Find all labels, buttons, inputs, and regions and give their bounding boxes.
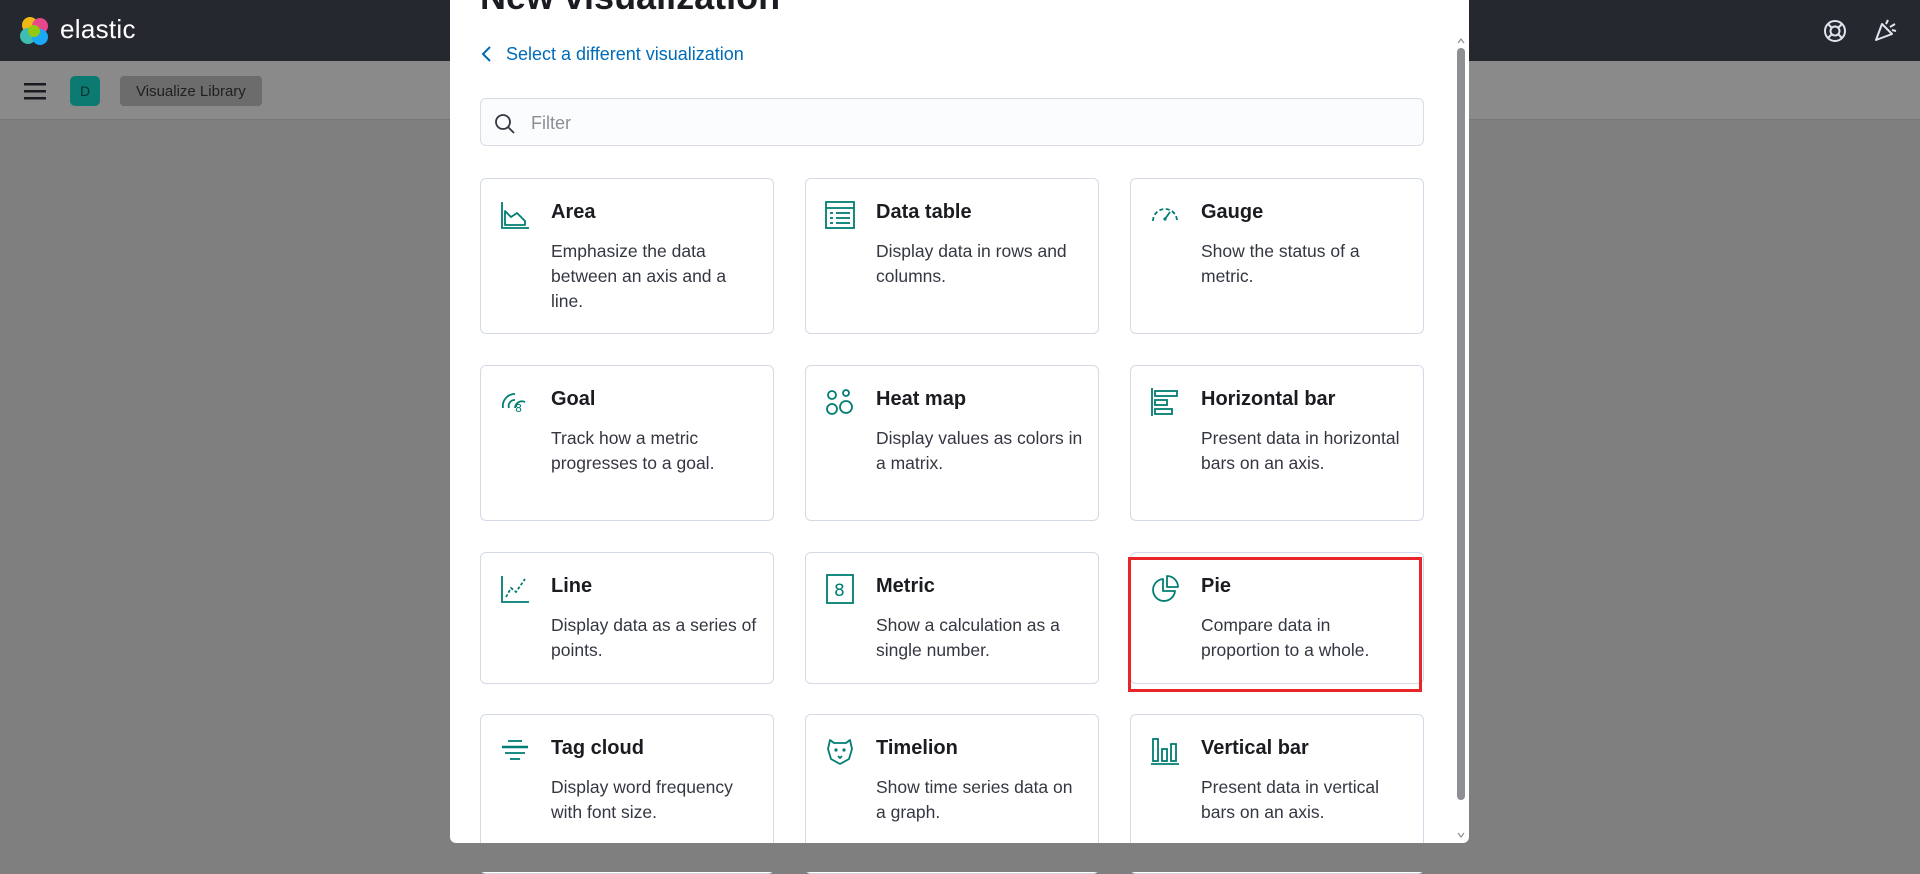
back-link-label: Select a different visualization (506, 43, 744, 64)
card-title: Vertical bar (1201, 737, 1309, 759)
brand-name: elastic (60, 14, 136, 44)
selection-highlight (1128, 557, 1422, 692)
table-icon (825, 201, 855, 229)
card-description: Display data in rows and columns. (876, 241, 1067, 286)
card-description: Display data as a series of points. (551, 615, 757, 660)
card-goal[interactable]: 8 Goal Track how a metric progresses to … (480, 365, 774, 521)
card-area[interactable]: Area Emphasize the data between an axis … (480, 178, 774, 334)
heatmap-icon (826, 389, 853, 415)
card-title: Heat map (876, 388, 967, 410)
card-description: Display values as colors in a matrix. (876, 428, 1083, 473)
goal-icon: 8 (501, 393, 526, 415)
card-description: Track how a metric progresses to a goal. (551, 428, 715, 473)
help-icon[interactable] (1822, 18, 1848, 44)
card-description: Show the status of a metric. (1201, 241, 1360, 286)
card-description: Present data in vertical bars on an axis… (1201, 777, 1380, 822)
card-title: Tag cloud (551, 737, 644, 759)
card-description: Show a calculation as a single number. (876, 615, 1060, 660)
card-data-table[interactable]: Data table Display data in rows and colu… (805, 178, 1099, 334)
elastic-logo[interactable] (18, 14, 52, 48)
card-title: Goal (551, 388, 596, 410)
scroll-up-arrow-icon[interactable] (1456, 36, 1466, 46)
card-title: Metric (876, 575, 935, 597)
page-backdrop (450, 843, 1469, 872)
card-title: Timelion (876, 737, 958, 759)
card-description: Show time series data on a graph. (876, 777, 1073, 822)
card-description: Display word frequency with font size. (551, 777, 733, 822)
card-title: Data table (876, 201, 972, 223)
breadcrumb[interactable]: Visualize Library (120, 76, 262, 106)
card-description: Present data in horizontal bars on an ax… (1201, 428, 1400, 473)
card-title: Gauge (1201, 201, 1264, 223)
search-icon (495, 114, 515, 134)
card-line[interactable]: Line Display data as a series of points. (480, 552, 774, 684)
vertical-bar-icon (1151, 738, 1179, 765)
chevron-left-icon (481, 46, 491, 62)
card-title: Line (551, 575, 593, 597)
card-title: Area (551, 201, 596, 223)
card-metric[interactable]: 8 Metric Show a calculation as a single … (805, 552, 1099, 684)
menu-icon[interactable] (22, 80, 48, 102)
space-avatar[interactable]: D (70, 76, 100, 106)
newsfeed-icon[interactable] (1872, 18, 1898, 44)
card-gauge[interactable]: Gauge Show the status of a metric. (1130, 178, 1424, 334)
timelion-icon (827, 739, 853, 765)
card-heat-map[interactable]: Heat map Display values as colors in a m… (805, 365, 1099, 521)
modal-scrollbar-thumb[interactable] (1457, 48, 1465, 800)
tag-cloud-icon (502, 740, 528, 760)
filter-field[interactable] (480, 98, 1424, 146)
modal-title: New visualization (480, 0, 780, 10)
svg-text:8: 8 (834, 581, 845, 601)
card-description: Emphasize the data between an axis and a… (551, 241, 727, 311)
scroll-down-arrow-icon[interactable] (1456, 830, 1466, 840)
card-title: Horizontal bar (1201, 388, 1336, 410)
line-chart-icon (501, 576, 529, 603)
metric-icon: 8 (826, 574, 854, 604)
horizontal-bar-icon (1151, 388, 1178, 416)
gauge-icon (1152, 208, 1178, 222)
area-chart-icon (501, 202, 529, 229)
select-different-visualization-link[interactable]: Select a different visualization (480, 40, 744, 68)
card-horizontal-bar[interactable]: Horizontal bar Present data in horizonta… (1130, 365, 1424, 521)
filter-input[interactable] (529, 107, 1393, 139)
